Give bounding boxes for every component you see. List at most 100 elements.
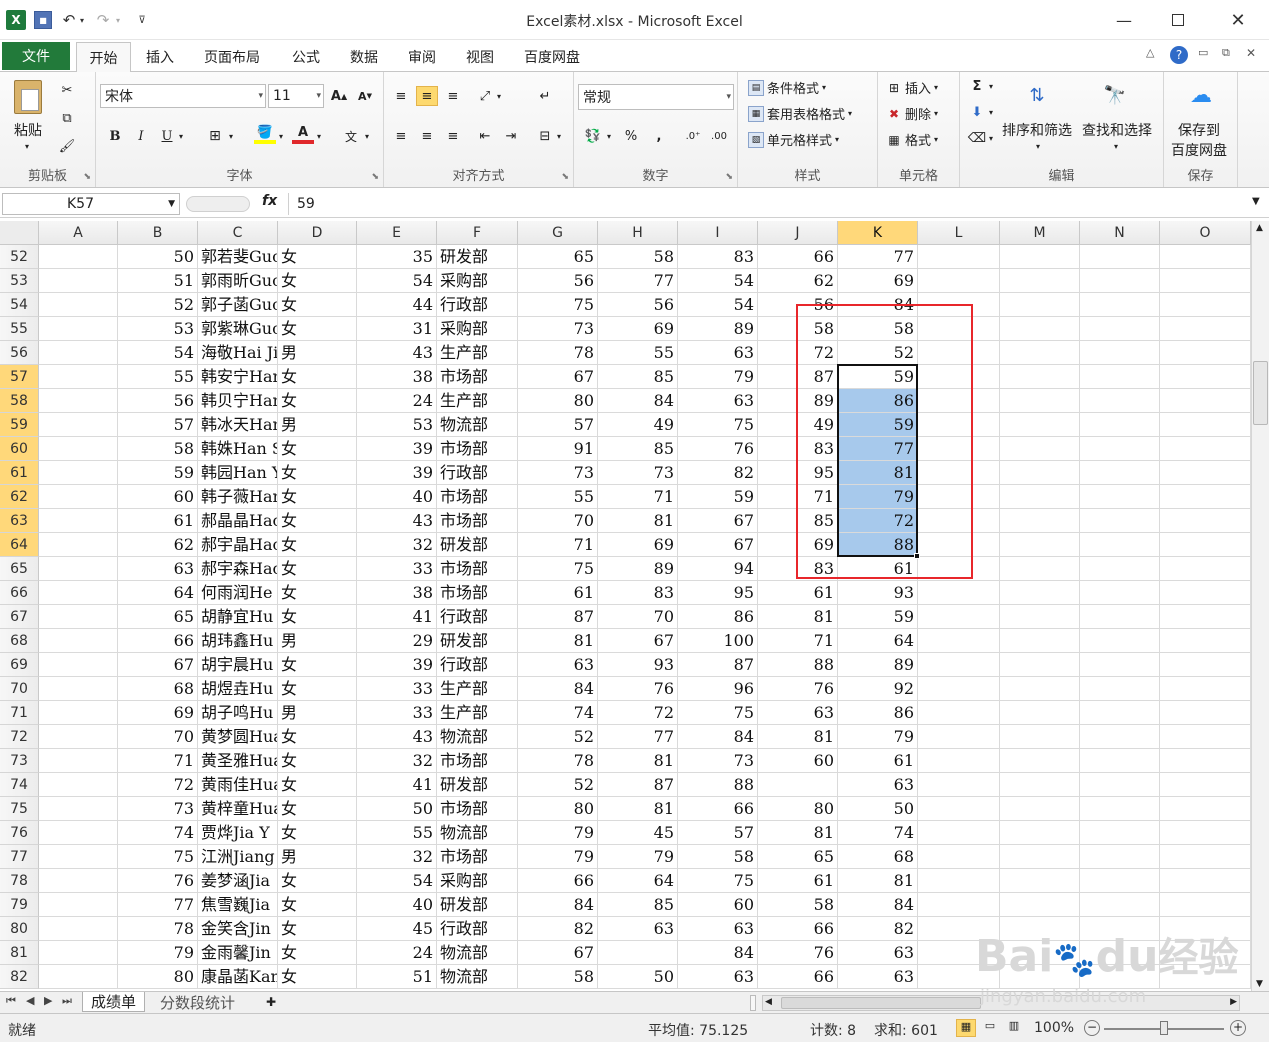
cell-j[interactable]: 56 (758, 293, 838, 317)
autosum-dropdown-icon[interactable]: ▾ (986, 76, 996, 96)
cell-j[interactable]: 66 (758, 245, 838, 269)
cell-d[interactable]: 女 (278, 365, 357, 389)
cell-k[interactable]: 64 (838, 629, 918, 653)
cell-f[interactable]: 研发部 (437, 245, 518, 269)
cell-a[interactable] (39, 365, 118, 389)
cell-o[interactable] (1160, 245, 1251, 269)
cell-k[interactable]: 92 (838, 677, 918, 701)
cell-c[interactable]: 郭紫琳Guo (198, 317, 278, 341)
cell-g[interactable]: 52 (518, 773, 598, 797)
clear-icon[interactable]: ⌫ (966, 128, 988, 148)
cell-n[interactable] (1080, 293, 1160, 317)
cell-m[interactable] (1000, 965, 1080, 989)
cell-g[interactable]: 73 (518, 317, 598, 341)
cell-h[interactable]: 50 (598, 965, 678, 989)
cell-o[interactable] (1160, 605, 1251, 629)
cell-a[interactable] (39, 509, 118, 533)
font-color-icon[interactable]: A (292, 124, 314, 144)
cell-d[interactable]: 女 (278, 269, 357, 293)
cell-e[interactable]: 40 (357, 485, 437, 509)
cell-e[interactable]: 43 (357, 341, 437, 365)
normal-view-icon[interactable]: ▦ (956, 1019, 976, 1037)
increase-decimal-icon[interactable]: .0⁺ (682, 126, 704, 146)
cell-m[interactable] (1000, 485, 1080, 509)
cell-j[interactable]: 83 (758, 557, 838, 581)
cell-i[interactable]: 96 (678, 677, 758, 701)
cell-g[interactable]: 80 (518, 389, 598, 413)
cell-g[interactable]: 55 (518, 485, 598, 509)
cell-o[interactable] (1160, 341, 1251, 365)
cell-n[interactable] (1080, 557, 1160, 581)
cell-f[interactable]: 研发部 (437, 533, 518, 557)
orientation-icon[interactable]: ⤢ (474, 86, 496, 106)
cell-h[interactable]: 56 (598, 293, 678, 317)
cell-b[interactable]: 69 (118, 701, 198, 725)
cell-d[interactable]: 女 (278, 437, 357, 461)
cell-f[interactable]: 行政部 (437, 461, 518, 485)
expand-formula-icon[interactable]: ▼ (1252, 196, 1260, 207)
cell-m[interactable] (1000, 653, 1080, 677)
cell-f[interactable]: 市场部 (437, 509, 518, 533)
cell-j[interactable]: 76 (758, 941, 838, 965)
format-cells-button[interactable]: ▦ 格式 ▾ (886, 130, 938, 150)
cell-e[interactable]: 38 (357, 365, 437, 389)
cell-l[interactable] (918, 701, 1000, 725)
column-header-o[interactable]: O (1160, 221, 1251, 245)
column-header-m[interactable]: M (1000, 221, 1080, 245)
cell-c[interactable]: 韩冰天Han (198, 413, 278, 437)
save-to-baidu-line2[interactable]: 百度网盘 (1171, 140, 1227, 160)
tab-review[interactable]: 审阅 (408, 47, 436, 67)
cell-e[interactable]: 40 (357, 893, 437, 917)
cell-l[interactable] (918, 869, 1000, 893)
bold-button[interactable]: B (104, 126, 126, 146)
cell-k[interactable]: 59 (838, 605, 918, 629)
help-icon[interactable]: ? (1170, 46, 1188, 64)
cell-n[interactable] (1080, 365, 1160, 389)
cell-c[interactable]: 金雨馨Jin (198, 941, 278, 965)
scroll-left-icon[interactable]: ◀ (765, 997, 772, 1007)
cell-d[interactable]: 女 (278, 581, 357, 605)
cell-h[interactable]: 84 (598, 389, 678, 413)
cell-m[interactable] (1000, 461, 1080, 485)
cell-n[interactable] (1080, 485, 1160, 509)
cell-m[interactable] (1000, 725, 1080, 749)
tab-insert[interactable]: 插入 (146, 47, 174, 67)
column-header-b[interactable]: B (118, 221, 198, 245)
cell-o[interactable] (1160, 317, 1251, 341)
phonetic-dropdown-icon[interactable]: ▾ (362, 126, 372, 146)
cell-m[interactable] (1000, 677, 1080, 701)
cell-f[interactable]: 生产部 (437, 389, 518, 413)
cell-n[interactable] (1080, 389, 1160, 413)
cell-i[interactable]: 54 (678, 293, 758, 317)
cell-m[interactable] (1000, 869, 1080, 893)
cell-f[interactable]: 行政部 (437, 917, 518, 941)
cell-g[interactable]: 75 (518, 557, 598, 581)
cell-i[interactable]: 67 (678, 533, 758, 557)
name-box[interactable]: K57 ▼ (2, 193, 180, 215)
cell-o[interactable] (1160, 293, 1251, 317)
phonetic-icon[interactable]: 文 (340, 126, 362, 146)
close-icon[interactable]: ✕ (1226, 8, 1250, 32)
merge-dropdown-icon[interactable]: ▾ (554, 126, 564, 146)
cell-e[interactable]: 24 (357, 389, 437, 413)
row-header[interactable]: 74 (0, 773, 39, 797)
cell-d[interactable]: 女 (278, 941, 357, 965)
cell-h[interactable]: 81 (598, 797, 678, 821)
row-header[interactable]: 71 (0, 701, 39, 725)
cell-j[interactable] (758, 773, 838, 797)
cell-g[interactable]: 81 (518, 629, 598, 653)
percent-button[interactable]: % (620, 126, 642, 146)
row-header[interactable]: 52 (0, 245, 39, 269)
cell-k[interactable]: 69 (838, 269, 918, 293)
alignment-launcher-icon[interactable]: ⬊ (561, 172, 569, 182)
cell-c[interactable]: 韩贝宁Han (198, 389, 278, 413)
cell-h[interactable] (598, 941, 678, 965)
font-size-select[interactable]: 11 ▾ (268, 84, 324, 108)
currency-icon[interactable]: 💱 (582, 126, 604, 146)
row-header[interactable]: 65 (0, 557, 39, 581)
cell-d[interactable]: 男 (278, 845, 357, 869)
column-header-l[interactable]: L (918, 221, 1000, 245)
cell-b[interactable]: 66 (118, 629, 198, 653)
sheet-tab-active[interactable]: 成绩单 (82, 992, 146, 1012)
cell-e[interactable]: 32 (357, 749, 437, 773)
